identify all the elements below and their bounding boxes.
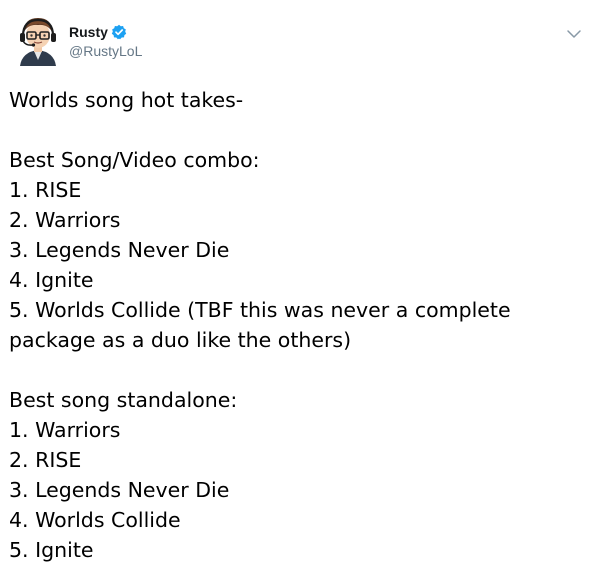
standalone-heading: Best song standalone: xyxy=(9,388,238,412)
standalone-item: 3. Legends Never Die xyxy=(9,478,230,502)
author-display-name[interactable]: Rusty xyxy=(69,24,108,40)
verified-badge-icon xyxy=(111,24,127,40)
tweet-intro: Worlds song hot takes- xyxy=(9,88,244,112)
avatar[interactable] xyxy=(14,14,62,66)
combo-heading: Best Song/Video combo: xyxy=(9,148,260,172)
combo-item: 5. Worlds Collide (TBF this was never a … xyxy=(9,298,511,322)
chevron-down-icon[interactable] xyxy=(564,26,584,40)
combo-item-continued: package as a duo like the others) xyxy=(9,328,352,352)
combo-item: 4. Ignite xyxy=(9,268,94,292)
tweet-text: Worlds song hot takes- Best Song/Video c… xyxy=(9,85,584,565)
author-info: Rusty @RustyLoL xyxy=(69,22,142,59)
standalone-item: 5. Ignite xyxy=(9,538,94,562)
combo-item: 2. Warriors xyxy=(9,208,121,232)
tweet-header: Rusty @RustyLoL xyxy=(14,14,584,68)
standalone-item: 4. Worlds Collide xyxy=(9,508,181,532)
avatar-image xyxy=(20,18,56,66)
standalone-item: 2. RISE xyxy=(9,448,82,472)
author-name-row: Rusty xyxy=(69,22,142,42)
standalone-item: 1. Warriors xyxy=(9,418,121,442)
tweet-card: Rusty @RustyLoL Worlds song hot takes- B… xyxy=(0,0,596,569)
combo-item: 3. Legends Never Die xyxy=(9,238,230,262)
combo-item: 1. RISE xyxy=(9,178,82,202)
author-handle[interactable]: @RustyLoL xyxy=(69,43,142,59)
